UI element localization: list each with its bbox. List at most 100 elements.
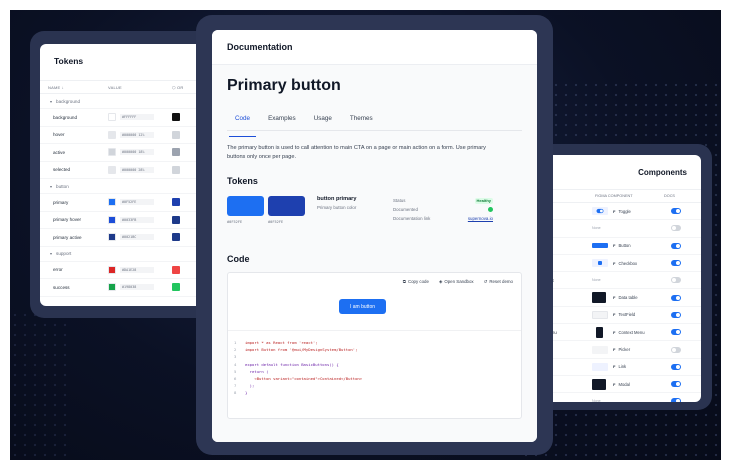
docs-toggle[interactable] (671, 329, 681, 336)
token-group-label: background (56, 98, 81, 104)
token-row[interactable]: background #FFFFFF (40, 109, 220, 127)
column-figma[interactable]: FIGMA COMPONENT (568, 194, 664, 198)
figma-component[interactable]: F TextField (613, 312, 671, 317)
line-text: export default function BasicButtons() { (245, 361, 339, 367)
token-row[interactable]: error #DA1E28 (40, 262, 220, 279)
line-number: 1 (234, 340, 237, 345)
open-sandbox-button[interactable]: ◈ Open Sandbox (439, 279, 474, 285)
figma-component-label: Picker (618, 347, 631, 353)
token-swatch[interactable]: #0F52FE (268, 196, 305, 238)
figma-icon: F (613, 243, 616, 249)
copy-code-button[interactable]: ⧉ Copy code (403, 279, 429, 285)
component-preview (592, 292, 606, 304)
token-name: primary (53, 199, 69, 205)
tab-code[interactable]: Code (228, 115, 257, 137)
column-docs[interactable]: DOCS (664, 194, 675, 198)
figma-component[interactable]: F Picker (613, 347, 671, 352)
token-group-row[interactable]: ▾ support (40, 247, 220, 262)
reset-icon: ↺ (483, 279, 488, 284)
token-swatch[interactable]: #0F52FE (227, 196, 264, 238)
figma-component[interactable]: F Button (613, 243, 671, 248)
figma-component[interactable]: F Modal (613, 382, 671, 387)
docs-toggle[interactable] (671, 363, 681, 370)
tokens-panel-title: Tokens (54, 56, 84, 66)
token-name: hover (53, 132, 65, 138)
status-label: Status (393, 198, 406, 203)
color-swatch (108, 233, 116, 242)
docs-toggle[interactable] (671, 346, 681, 353)
docs-toggle[interactable] (671, 260, 681, 267)
color-swatch (108, 198, 116, 207)
tab-usage[interactable]: Usage (314, 115, 332, 130)
copy-icon: ⧉ (402, 279, 406, 284)
color-swatch (108, 148, 116, 157)
docs-toggle[interactable] (671, 398, 681, 402)
figma-icon: F (613, 208, 616, 214)
doc-link[interactable]: supernova.io (468, 216, 493, 221)
color-swatch (172, 283, 180, 292)
token-group-row[interactable]: ▾ button (40, 179, 220, 194)
color-swatch (108, 130, 116, 139)
code-line: 8} (234, 389, 521, 396)
demo-primary-button[interactable]: I am button (339, 299, 386, 314)
docs-toggle[interactable] (671, 294, 681, 301)
tab-themes[interactable]: Themes (350, 115, 373, 130)
component-preview (592, 207, 608, 216)
color-swatch (172, 148, 180, 157)
token-value: #FFFFFF (120, 114, 154, 121)
figma-component[interactable]: F Link (613, 364, 671, 369)
color-swatch (172, 130, 180, 139)
token-value: #000000 12% (120, 131, 154, 138)
docs-toggle[interactable] (671, 311, 681, 318)
token-row[interactable]: primary active #0021BC (40, 229, 220, 247)
sandbox-icon: ◈ (438, 279, 443, 284)
docs-toggle[interactable] (671, 381, 681, 388)
token-name: success (53, 284, 70, 290)
reset-demo-button[interactable]: ↺ Reset demo (484, 279, 513, 285)
docs-toggle[interactable] (671, 242, 681, 249)
component-preview (596, 326, 603, 338)
tokens-panel: Tokens NAME ↓ VALUE ⬡ OR ▾ background back… (40, 44, 220, 306)
component-description: The primary button is used to call atten… (227, 145, 486, 160)
color-swatch (268, 196, 305, 216)
token-row[interactable]: success #198038 (40, 279, 220, 297)
token-value: #DA1E28 (120, 266, 154, 273)
column-name[interactable]: NAME ↓ (48, 85, 108, 90)
figma-component[interactable]: F Checkbox (613, 261, 671, 266)
line-number: 5 (234, 368, 237, 374)
code-snippet[interactable]: 1 import * as React from 'react'; 2 import … (228, 330, 521, 418)
column-other[interactable]: ⬡ OR (172, 85, 183, 90)
line-text: } (245, 390, 248, 396)
token-row[interactable]: primary #0F52FE (40, 194, 220, 212)
figma-component[interactable]: F Data table (613, 295, 671, 300)
component-preview (592, 345, 608, 354)
color-swatch (108, 265, 116, 274)
tokens-table-header: NAME ↓ VALUE ⬡ OR (40, 80, 220, 94)
docs-toggle[interactable] (671, 208, 681, 215)
token-group-label: button (56, 183, 69, 189)
token-row[interactable]: primary hover #0033FB (40, 212, 220, 229)
docs-toggle[interactable] (671, 277, 681, 284)
figma-icon: F (613, 295, 616, 301)
figma-component-label: Link (618, 364, 627, 370)
doc-link-label: Documentation link (393, 216, 431, 221)
figma-component[interactable]: F Toggle (613, 209, 671, 214)
figma-component-none: None (592, 278, 601, 283)
figma-component-label: Modal (618, 381, 630, 387)
tab-examples[interactable]: Examples (268, 115, 296, 130)
swatch-hex: #0F52FE (227, 220, 243, 224)
token-value: #198038 (120, 284, 154, 291)
line-text: ); (245, 383, 255, 389)
token-row[interactable]: active #000000 18% (40, 144, 220, 162)
token-name: button primary (317, 196, 357, 202)
dot-pattern (10, 310, 70, 460)
token-row[interactable]: selected #000000 28% (40, 162, 220, 179)
token-value: #000000 28% (120, 166, 154, 173)
line-text: import * as React from 'react'; (245, 340, 318, 345)
figma-component[interactable]: F Context Menu (613, 330, 671, 335)
column-value[interactable]: VALUE (108, 85, 172, 90)
figma-component-none: None (592, 399, 601, 402)
token-row[interactable]: hover #000000 12% (40, 127, 220, 144)
docs-toggle[interactable] (671, 225, 681, 232)
token-group-row[interactable]: ▾ background (40, 94, 220, 109)
